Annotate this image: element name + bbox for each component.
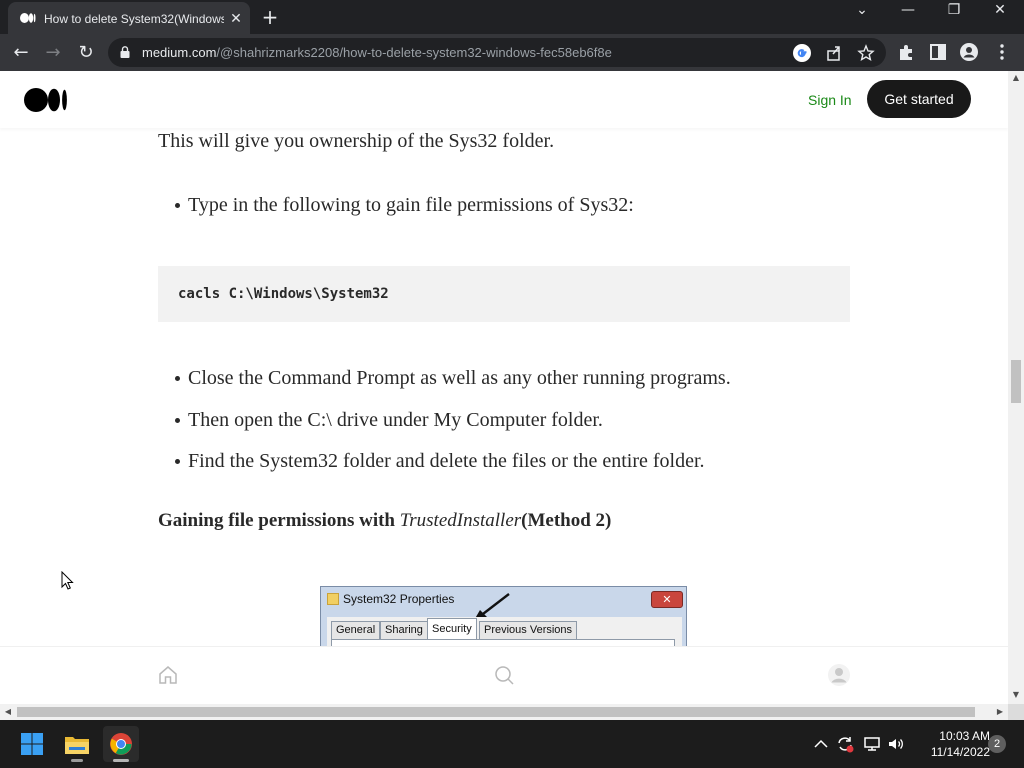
notification-badge[interactable]: 2	[988, 735, 1006, 753]
file-explorer-button[interactable]	[59, 726, 95, 762]
scroll-left-arrow-icon[interactable]: ◀	[0, 704, 16, 720]
image-tab: General	[331, 621, 381, 640]
back-button[interactable]: ←	[8, 40, 34, 66]
taskbar: 10:03 AM 11/14/2022 2	[0, 720, 1024, 768]
new-tab-button[interactable]: +	[258, 5, 282, 29]
image-tab: Previous Versions	[479, 621, 578, 640]
get-started-button[interactable]: Get started	[867, 80, 971, 118]
restore-button[interactable]: ❐	[932, 2, 976, 30]
clock-time: 10:03 AM	[939, 729, 990, 743]
list-item-text: Then open the C:\ drive under My Compute…	[188, 409, 603, 431]
image-tab-active: Security	[427, 618, 477, 640]
horizontal-scrollbar[interactable]: ◀ ▶	[0, 704, 1008, 720]
clock-date: 11/14/2022	[930, 745, 990, 759]
address-bar[interactable]: medium.com/@shahrizmarks2208/how-to-dele…	[108, 38, 886, 67]
google-icon[interactable]	[792, 43, 812, 63]
windows-logo-icon	[21, 733, 43, 755]
system-clock[interactable]: 10:03 AM 11/14/2022	[912, 728, 990, 760]
app-running-indicator	[71, 759, 83, 762]
vertical-scrollbar-thumb[interactable]	[1011, 360, 1021, 403]
forward-button[interactable]: →	[40, 40, 66, 66]
close-window-button[interactable]: ✕	[978, 2, 1022, 30]
heading-suffix: (Method 2)	[521, 510, 612, 531]
chrome-taskbar-button[interactable]	[103, 726, 139, 762]
start-button[interactable]	[14, 726, 50, 762]
scroll-down-arrow-icon[interactable]: ▼	[1008, 688, 1024, 702]
home-icon[interactable]	[156, 663, 180, 687]
code-text: cacls C:\Windows\System32	[178, 286, 389, 302]
section-heading: Gaining file permissions with TrustedIns…	[158, 508, 611, 534]
volume-icon[interactable]	[886, 734, 906, 754]
network-icon[interactable]	[862, 734, 882, 754]
mouse-cursor-icon	[61, 571, 74, 590]
browser-tab[interactable]: How to delete System32(Windows ✕	[8, 2, 250, 34]
share-icon[interactable]	[824, 43, 844, 63]
menu-kebab-icon[interactable]	[994, 42, 1010, 62]
list-item-text: Close the Command Prompt as well as any …	[188, 367, 731, 389]
browser-toolbar: ← → ↻ medium.com/@shahrizmarks2208/how-t…	[0, 34, 1024, 71]
folder-icon	[327, 593, 339, 605]
url-text[interactable]: medium.com/@shahrizmarks2208/how-to-dele…	[142, 44, 612, 62]
image-close-icon: ✕	[651, 591, 683, 608]
avatar-icon[interactable]	[827, 663, 851, 687]
site-header: Sign In Get started	[0, 71, 1008, 128]
url-host: medium.com	[142, 45, 217, 60]
image-window-title: System32 Properties	[343, 592, 455, 606]
tab-title: How to delete System32(Windows	[44, 12, 224, 26]
lock-icon[interactable]	[120, 46, 130, 58]
tab-search-button[interactable]: ⌄	[840, 2, 884, 30]
heading-italic: TrustedInstaller	[399, 510, 522, 531]
sign-in-link[interactable]: Sign In	[808, 90, 852, 110]
image-tab: Sharing	[380, 621, 428, 640]
heading-prefix: Gaining file permissions with	[158, 510, 400, 531]
search-icon[interactable]	[492, 663, 516, 687]
tab-close-icon[interactable]: ✕	[228, 11, 244, 27]
article-image: System32 Properties ✕ General Sharing Se…	[320, 586, 687, 648]
folder-icon	[65, 737, 89, 754]
minimize-button[interactable]: —	[886, 2, 930, 30]
bookmark-star-icon[interactable]	[856, 43, 876, 63]
medium-favicon-icon	[20, 13, 36, 23]
extensions-icon[interactable]	[896, 42, 916, 62]
chrome-icon	[110, 733, 132, 755]
profile-icon[interactable]	[959, 42, 979, 62]
list-item-text: Find the System32 folder and delete the …	[188, 450, 705, 472]
url-path: /@shahrizmarks2208/how-to-delete-system3…	[216, 45, 612, 60]
horizontal-scrollbar-thumb[interactable]	[17, 707, 975, 717]
app-active-indicator	[113, 759, 129, 762]
reload-button[interactable]: ↻	[73, 40, 99, 66]
side-panel-icon[interactable]	[928, 42, 948, 62]
web-page: Sign In Get started This will give you o…	[0, 71, 1008, 704]
scrollbar-corner	[1008, 704, 1024, 720]
scroll-right-arrow-icon[interactable]: ▶	[992, 704, 1008, 720]
medium-logo-icon[interactable]	[24, 88, 68, 112]
article-paragraph: This will give you ownership of the Sys3…	[158, 130, 555, 152]
code-block: cacls C:\Windows\System32	[158, 266, 850, 322]
browser-tab-bar: How to delete System32(Windows ✕ + ⌄ — ❐…	[0, 0, 1024, 34]
bottom-nav	[0, 646, 1008, 704]
vertical-scrollbar[interactable]: ▲ ▼	[1008, 71, 1024, 704]
scroll-up-arrow-icon[interactable]: ▲	[1008, 71, 1024, 85]
sync-icon[interactable]	[835, 734, 855, 754]
chevron-up-icon[interactable]	[811, 734, 831, 754]
list-item-text: Type in the following to gain file permi…	[188, 194, 634, 216]
